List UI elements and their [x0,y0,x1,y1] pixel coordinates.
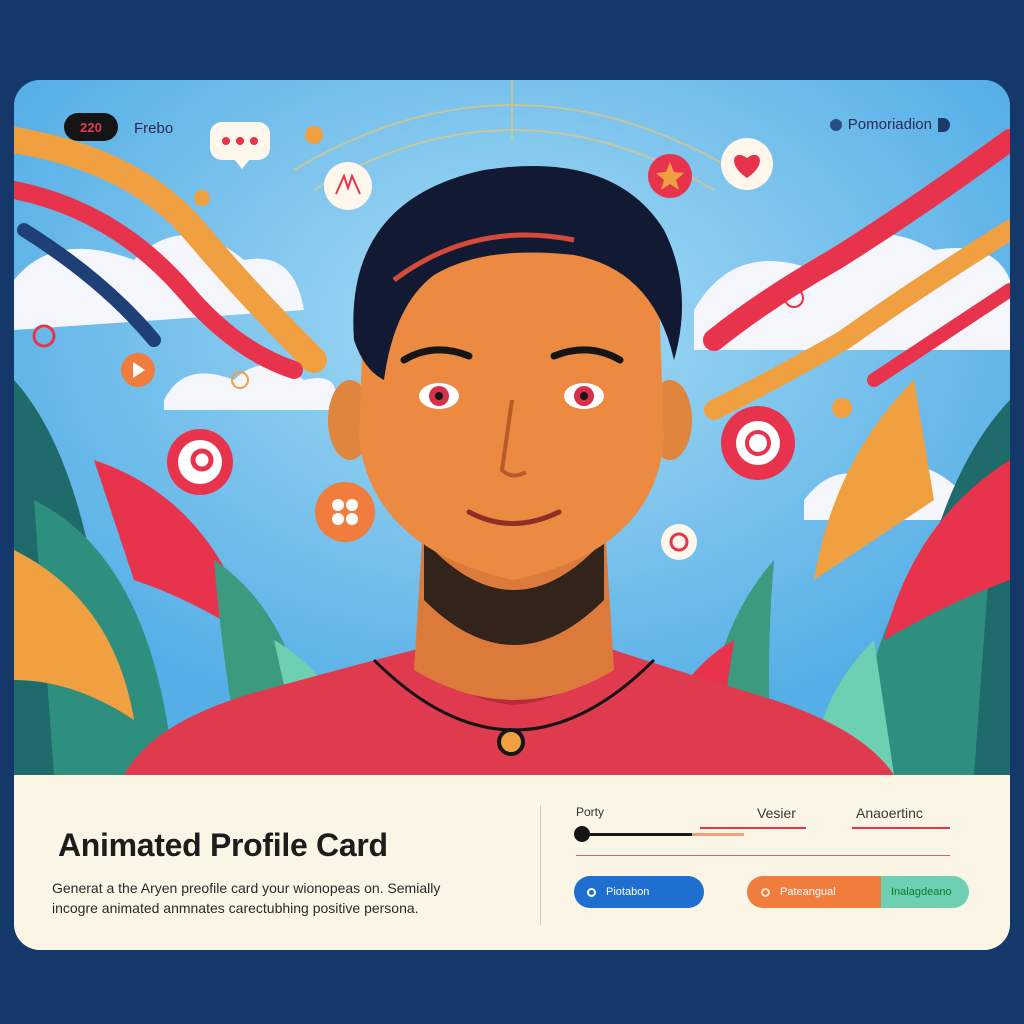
info-panel: Animated Profile Card Generat a the Arye… [14,775,1010,950]
primary-button-label: Piotabon [606,886,650,898]
promo-label: Pomoriadion [847,116,932,133]
tab-underline [852,827,950,829]
hero-illustration: 220 Frebo Pomoriadion [14,80,1010,775]
slider-fill [692,833,744,836]
secondary-button[interactable]: Pateangual [747,876,881,908]
page-title: Animated Profile Card [58,827,388,863]
tab-anaoertinc[interactable]: Anaoertinc [856,805,923,821]
brand-label: Frebo [134,120,174,137]
promo-link[interactable]: Pomoriadion [829,116,950,133]
description-line-1: Generat a the Aryen preofile card your w… [52,880,441,896]
card-description: Generat a the Aryen preofile card your w… [52,878,522,918]
persona-slider[interactable] [574,826,754,842]
divider [540,805,541,925]
slider-label: Porty [576,805,605,819]
promo-dot-icon [829,118,842,131]
tab-vesier[interactable]: Vesier [757,805,796,821]
promo-toggle-icon [938,117,950,132]
notification-badge[interactable]: 220 [64,113,118,141]
secondary-button-label: Pateangual [780,886,836,898]
chat-bubble-icon[interactable] [210,122,270,169]
slider-thumb[interactable] [574,826,590,842]
tertiary-button[interactable]: Inalagdeano [881,876,969,908]
description-line-2: incogre animated anmnates carectubhing p… [52,900,419,916]
portrait-illustration [14,80,1010,775]
profile-card: 220 Frebo Pomoriadion Animated Profile C… [14,80,1010,950]
segmented-buttons: Pateangual Inalagdeano [747,876,969,908]
tertiary-button-label: Inalagdeano [891,886,952,898]
circle-icon [761,887,770,897]
divider-line [576,855,950,856]
circle-icon [587,887,596,897]
primary-button[interactable]: Piotabon [574,876,704,908]
